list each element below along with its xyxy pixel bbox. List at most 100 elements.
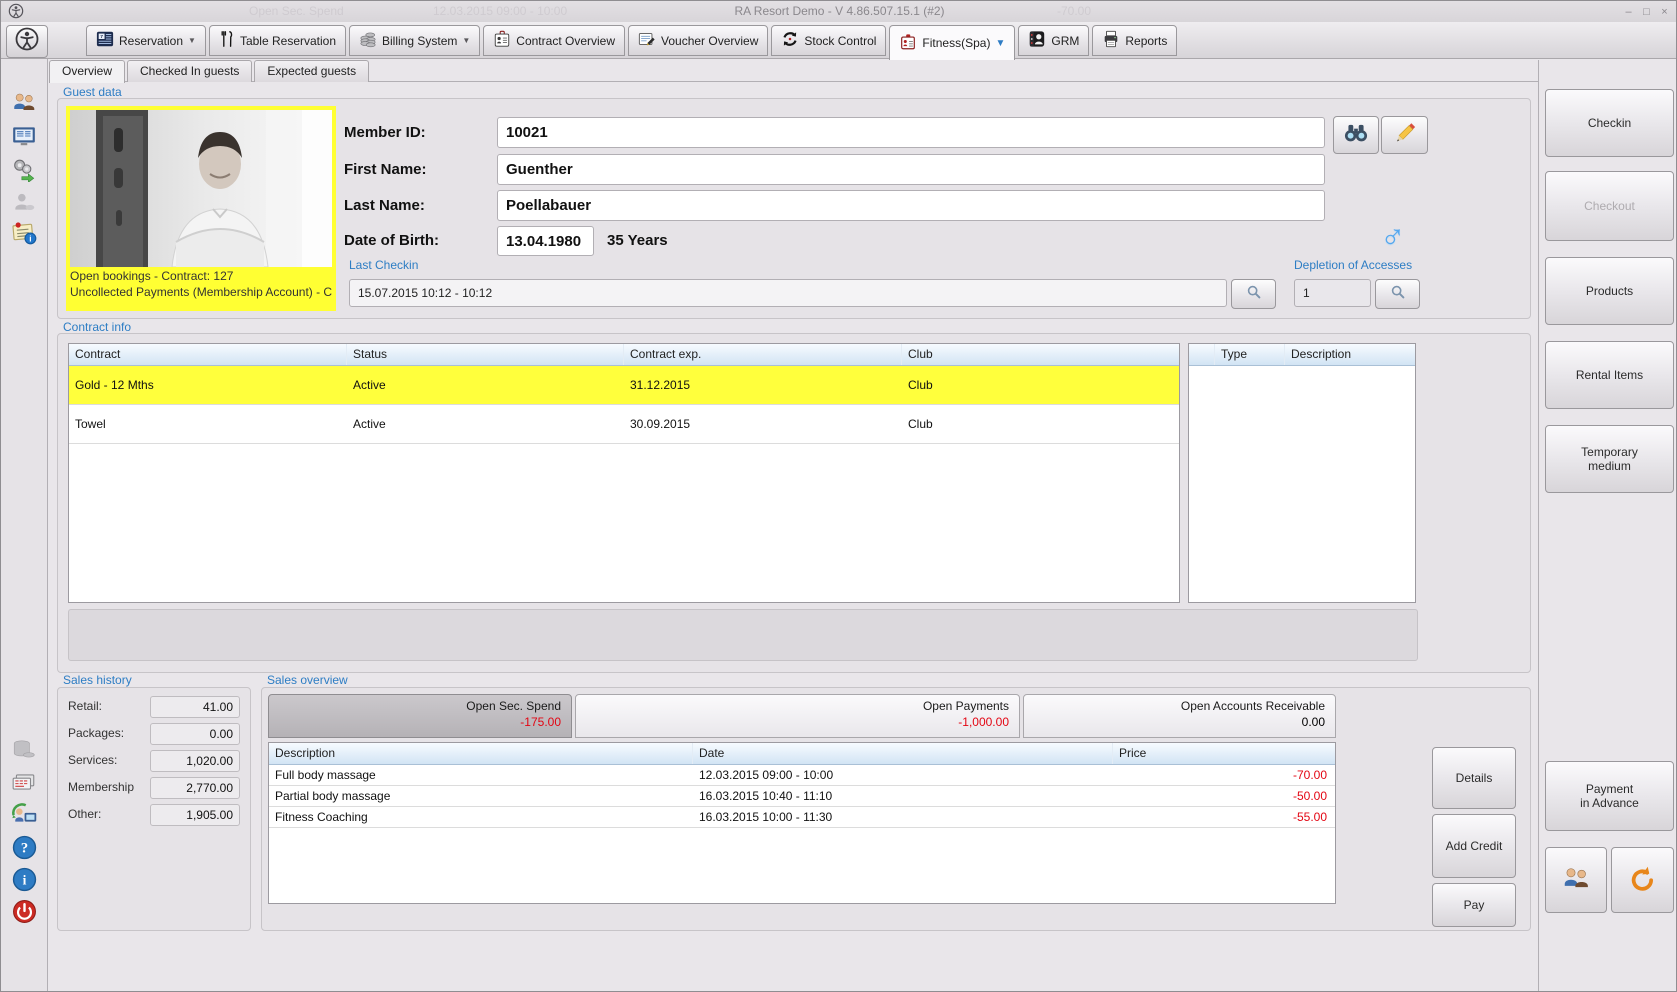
expiry-cell: 31.12.2015 [624,378,902,392]
tab-checked-in-guests[interactable]: Checked In guests [127,60,252,82]
inactive-user-icon[interactable] [9,188,39,216]
price-cell: -50.00 [1113,789,1327,803]
column-header[interactable]: Description [1285,344,1411,365]
close-button[interactable]: × [1657,5,1672,19]
info-icon[interactable]: i [9,865,39,893]
contracts-table: Contract Status Contract exp. Club Gold … [68,343,1180,603]
retail-label: Retail: [68,699,102,713]
toolbar-label: Contract Overview [516,34,615,48]
tab-overview[interactable]: Overview [49,60,125,83]
toolbar-label: GRM [1051,34,1079,48]
rental-items-button[interactable]: Rental Items [1545,341,1674,409]
column-header-blank[interactable] [1189,344,1215,365]
column-header[interactable]: Date [693,743,1113,764]
description-cell: Full body massage [269,768,693,782]
app-menu-button[interactable] [6,25,48,58]
toolbar-label: Table Reservation [240,34,336,48]
toolbar-tab-reports[interactable]: Reports [1092,25,1177,56]
first-name-label: First Name: [344,154,427,185]
summary-tab-open-accounts-receivable[interactable]: Open Accounts Receivable 0.00 [1023,694,1336,738]
app-logo-icon [8,3,24,24]
toolbar-tab-grm[interactable]: GRM [1018,25,1089,56]
column-header[interactable]: Contract [69,344,347,365]
column-header[interactable]: Description [269,743,693,764]
edit-member-button[interactable] [1381,116,1428,154]
sales-item-row[interactable]: Fitness Coaching 16.03.2015 10:00 - 11:3… [269,807,1335,828]
column-header[interactable]: Price [1113,743,1333,764]
toolbar-tab-billing-system[interactable]: Billing System ▼ [349,25,480,56]
tab-expected-guests[interactable]: Expected guests [254,60,369,82]
pay-button[interactable]: Pay [1432,883,1516,927]
summary-label: Open Sec. Spend [269,699,561,713]
guest-alert-1: Open bookings - Contract: 127 [70,269,332,283]
summary-tab-open-sec-spend[interactable]: Open Sec. Spend -175.00 [268,694,572,738]
membership-value: 2,770.00 [150,777,240,799]
maximize-button[interactable]: □ [1639,5,1654,19]
minimize-button[interactable]: – [1621,5,1636,19]
sales-overview-panel: Open Sec. Spend -175.00 Open Payments -1… [261,687,1531,931]
sales-item-row[interactable]: Partial body massage 16.03.2015 10:40 - … [269,786,1335,807]
depletion-search-button[interactable] [1375,279,1420,309]
chevron-down-icon: ▼ [188,36,196,45]
switch-guest-button[interactable] [1611,847,1674,913]
reports-icon [1102,30,1120,51]
guest-data-panel: Open bookings - Contract: 127 Uncollecte… [57,98,1531,319]
depletion-input[interactable] [1294,279,1371,307]
toolbar-tab-voucher-overview[interactable]: Voucher Overview [628,25,768,56]
member-id-input[interactable] [497,117,1325,148]
members-icon[interactable] [9,89,39,117]
column-header[interactable]: Type [1215,344,1285,365]
toolbar-tab-fitness-spa[interactable]: Fitness(Spa) ▼ [889,25,1015,60]
guest-photo-box[interactable]: Open bookings - Contract: 127 Uncollecte… [66,106,336,311]
magnifier-icon [1389,283,1407,306]
products-button[interactable]: Products [1545,257,1674,325]
expiry-cell: 30.09.2015 [624,417,902,431]
storage-icon[interactable] [9,736,39,764]
payment-in-advance-button[interactable]: Payment in Advance [1545,761,1674,831]
date-of-birth-input[interactable] [497,226,594,256]
search-member-button[interactable] [1333,116,1379,154]
process-icon[interactable] [9,155,39,183]
services-value: 1,020.00 [150,750,240,772]
contract-row-selected[interactable]: Gold - 12 Mths Active 31.12.2015 Club [69,366,1179,405]
add-credit-button[interactable]: Add Credit [1432,814,1516,878]
summary-value: 0.00 [1024,715,1325,729]
support-icon[interactable] [9,800,39,828]
column-header[interactable]: Club [902,344,1177,365]
price-cell: -70.00 [1113,768,1327,782]
svg-text:?: ? [20,840,27,856]
fitness-spa-icon [899,33,917,54]
toolbar-label: Reservation [119,34,183,48]
toolbar-tab-table-reservation[interactable]: Table Reservation [209,25,346,56]
toolbar-tab-reservation[interactable]: 7 Reservation ▼ [86,25,206,56]
guest-list-button[interactable] [1545,847,1607,913]
checkout-button[interactable]: Checkout [1545,171,1674,241]
contract-row[interactable]: Towel Active 30.09.2015 Club [69,405,1179,444]
column-header[interactable]: Status [347,344,624,365]
first-name-input[interactable] [497,154,1325,185]
summary-tab-open-payments[interactable]: Open Payments -1,000.00 [575,694,1020,738]
ghost-text-date: 12.03.2015 09:00 - 10:00 [433,4,567,18]
services-label: Services: [68,753,117,767]
reservation-icon: 7 [96,30,114,51]
last-checkin-input[interactable] [349,279,1227,307]
checkin-button[interactable]: Checkin [1545,89,1674,157]
power-icon[interactable] [9,897,39,925]
help-icon[interactable]: ? [9,833,39,861]
last-name-input[interactable] [497,190,1325,221]
svg-text:i: i [29,235,31,244]
binoculars-icon [1343,123,1369,148]
last-checkin-search-button[interactable] [1231,279,1276,309]
keyboard-icon[interactable] [9,768,39,796]
terminal-icon[interactable] [9,122,39,150]
notes-icon[interactable]: i [9,218,39,246]
details-button[interactable]: Details [1432,747,1516,809]
summary-value: -175.00 [269,715,561,729]
temporary-medium-button[interactable]: Temporary medium [1545,425,1674,493]
toolbar-tab-contract-overview[interactable]: Contract Overview [483,25,625,56]
toolbar-tab-stock-control[interactable]: Stock Control [771,25,886,56]
guest-photo [70,110,332,267]
sales-item-row[interactable]: Full body massage 12.03.2015 09:00 - 10:… [269,765,1335,786]
column-header[interactable]: Contract exp. [624,344,902,365]
table-reservation-icon [219,30,235,51]
